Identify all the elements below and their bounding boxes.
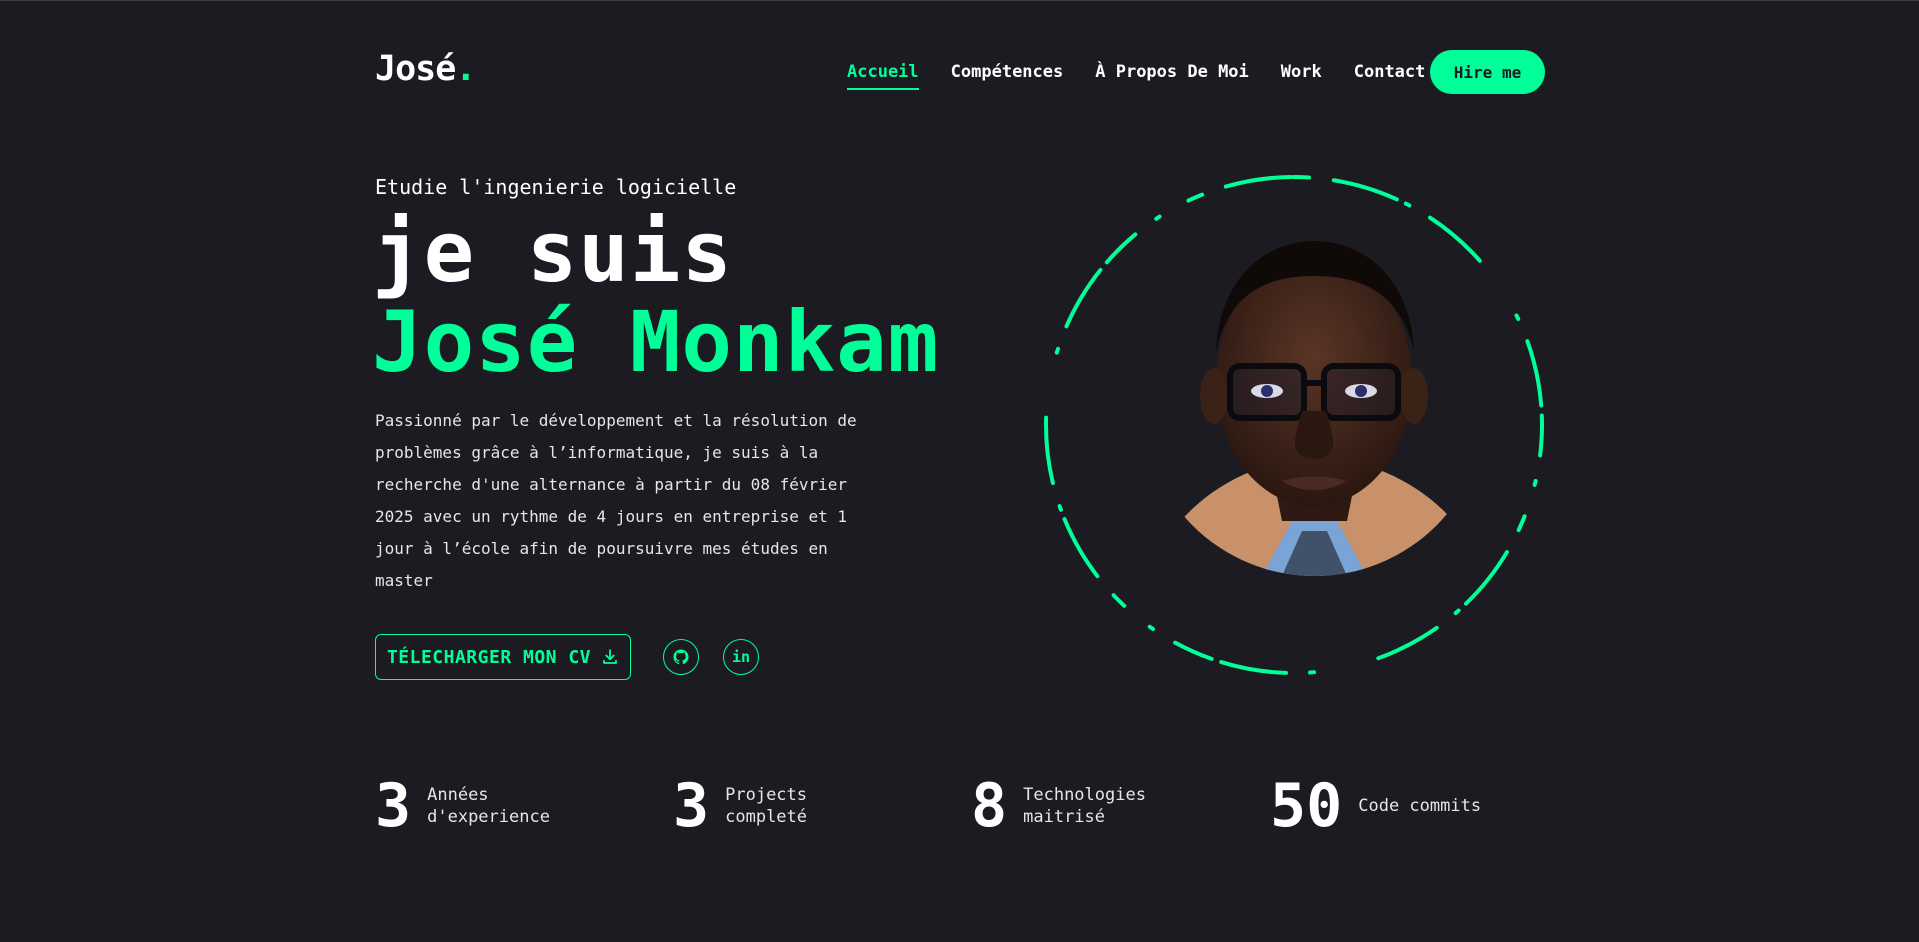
logo-dot: . xyxy=(455,49,476,89)
stat-label: Années d'experience xyxy=(427,785,550,827)
nav-item-a-propos[interactable]: À Propos De Moi xyxy=(1095,54,1249,90)
hero-headline: je suis José Monkam xyxy=(372,207,939,387)
linkedin-icon: in xyxy=(731,648,751,666)
headline-line1: je suis xyxy=(372,203,734,301)
stat-label: Code commits xyxy=(1358,796,1482,816)
nav-item-contact[interactable]: Contact xyxy=(1354,54,1426,90)
stat-label: Technologies maitrisé xyxy=(1023,785,1146,827)
linkedin-link[interactable]: in xyxy=(723,639,759,675)
profile-photo xyxy=(1142,231,1487,576)
stat-value: 8 xyxy=(971,771,1008,841)
stat-value: 3 xyxy=(673,771,710,841)
download-cv-button[interactable]: TÉLECHARGER MON CV xyxy=(375,634,631,680)
stat-commits: 50 Code commits xyxy=(1270,771,1498,841)
logo[interactable]: José. xyxy=(375,49,476,89)
main-nav: Accueil Compétences À Propos De Moi Work… xyxy=(847,50,1457,94)
profile-photo-frame xyxy=(1040,173,1545,678)
hero-subtitle: Etudie l'ingenierie logicielle xyxy=(375,175,737,199)
github-link[interactable] xyxy=(663,639,699,675)
nav-item-accueil[interactable]: Accueil xyxy=(847,54,919,90)
download-cv-label: TÉLECHARGER MON CV xyxy=(386,646,592,668)
stat-value: 50 xyxy=(1270,771,1343,841)
portrait-image xyxy=(1142,231,1487,576)
hero-description: Passionné par le développement et la rés… xyxy=(375,411,857,590)
stat-technologies: 8 Technologies maitrisé xyxy=(971,771,1163,841)
download-icon xyxy=(603,649,617,664)
nav-item-competences[interactable]: Compétences xyxy=(951,54,1064,90)
hire-me-button[interactable]: Hire me xyxy=(1430,50,1545,94)
stat-value: 3 xyxy=(375,771,412,841)
stat-label: Projects completé xyxy=(725,785,808,827)
headline-name: José Monkam xyxy=(372,293,940,391)
logo-text: José xyxy=(375,49,456,89)
nav-item-work[interactable]: Work xyxy=(1281,54,1322,90)
github-icon xyxy=(673,649,689,665)
page: José. Accueil Compétences À Propos De Mo… xyxy=(0,0,1919,942)
stat-years: 3 Années d'experience xyxy=(375,771,567,841)
stat-projects: 3 Projects completé xyxy=(673,771,865,841)
